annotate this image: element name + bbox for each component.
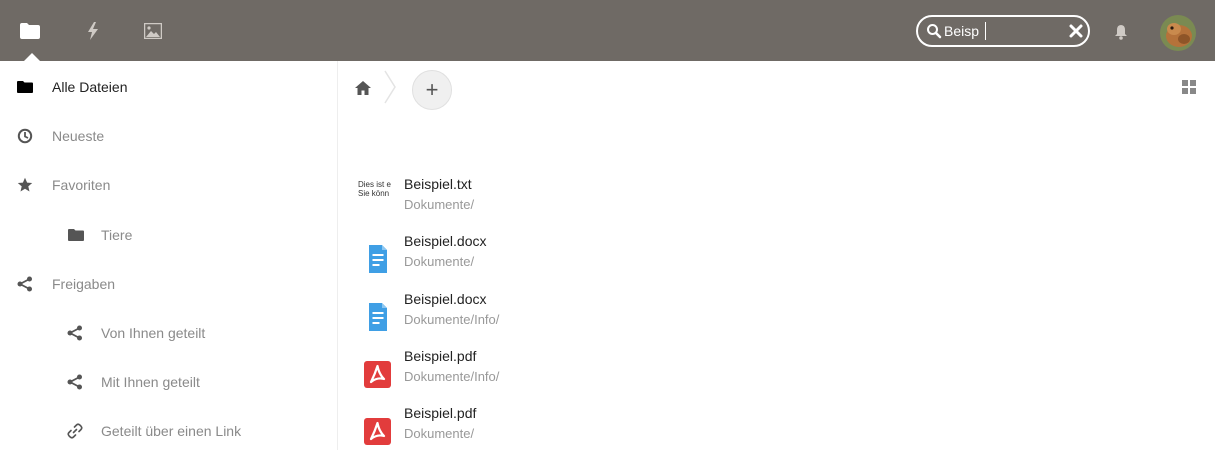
search-result[interactable]: Dies ist e Sie könn Beispiel.txt Dokumen… [339, 176, 939, 232]
breadcrumb: + [339, 61, 1215, 113]
clock-icon [17, 128, 33, 144]
pdf-icon [364, 418, 391, 445]
plus-icon: + [425, 77, 439, 102]
sidebar-item-shares[interactable]: Freigaben [0, 262, 338, 306]
avatar-image [1160, 15, 1196, 51]
document-icon [369, 245, 387, 273]
result-name: Beispiel.docx [404, 233, 487, 249]
close-icon[interactable] [1067, 22, 1085, 40]
share-icon [67, 325, 82, 341]
avatar[interactable] [1160, 15, 1196, 51]
sidebar-item-label: Freigaben [52, 276, 116, 292]
sidebar-item-shared-by-you[interactable]: Von Ihnen geteilt [0, 311, 338, 355]
active-app-indicator [24, 53, 40, 61]
sidebar-item-label: Neueste [52, 128, 105, 144]
preview-line: Sie könn [358, 189, 390, 198]
sidebar-item-all-files[interactable]: Alle Dateien [0, 65, 338, 109]
sidebar-item-label: Alle Dateien [52, 79, 128, 95]
folder-icon [68, 229, 84, 241]
result-name: Beispiel.pdf [404, 348, 477, 364]
folder-icon [17, 81, 33, 93]
activity-app-button[interactable] [80, 18, 106, 44]
sidebar-item-shared-with-you[interactable]: Mit Ihnen geteilt [0, 360, 338, 404]
sidebar-item-favorites[interactable]: Favoriten [0, 163, 338, 207]
search-result[interactable]: Beispiel.docx Dokumente/Info/ [339, 291, 939, 347]
bell-icon[interactable] [1114, 24, 1128, 40]
sidebar-item-label: Geteilt über einen Link [101, 423, 242, 439]
result-name: Beispiel.txt [404, 176, 472, 192]
app-content: + Dies ist e Sie könn Beispiel.txt Dokum… [339, 61, 1215, 450]
sidebar-item-recent[interactable]: Neueste [0, 114, 338, 158]
search-result[interactable]: Beispiel.docx Dokumente/ [339, 233, 939, 289]
add-button[interactable]: + [412, 70, 452, 110]
text-cursor [985, 22, 986, 40]
result-path: Dokumente/ [404, 197, 475, 212]
share-icon [17, 276, 32, 292]
search-result[interactable]: Beispiel.pdf Dokumente/Info/ [339, 348, 939, 404]
document-icon [369, 303, 387, 331]
result-name: Beispiel.docx [404, 291, 487, 307]
result-path: Dokumente/ [404, 426, 475, 441]
star-icon [17, 177, 33, 192]
lightning-icon [88, 22, 98, 40]
pdf-icon [364, 361, 391, 388]
sidebar-item-label: Favoriten [52, 177, 111, 193]
app-navigation: Alle Dateien Neueste Favoriten Tiere Fre… [0, 61, 338, 450]
preview-line: Dies ist e [358, 180, 391, 189]
search-icon [927, 24, 942, 39]
image-icon [144, 23, 162, 39]
chevron-right-icon [384, 70, 396, 104]
share-icon [67, 374, 82, 390]
sidebar-item-tiere[interactable]: Tiere [0, 213, 338, 257]
search-result[interactable]: Beispiel.pdf Dokumente/ [339, 405, 939, 450]
folder-icon [20, 23, 40, 39]
link-icon [67, 423, 83, 439]
sidebar-item-label: Mit Ihnen geteilt [101, 374, 200, 390]
search-input[interactable] [944, 21, 1064, 41]
gallery-app-button[interactable] [140, 18, 166, 44]
files-app-button[interactable] [17, 18, 43, 44]
result-path: Dokumente/ [404, 254, 475, 269]
result-path: Dokumente/Info/ [404, 312, 500, 327]
top-header [0, 0, 1215, 61]
result-path: Dokumente/Info/ [404, 369, 500, 384]
sidebar-item-label: Tiere [101, 227, 133, 243]
home-icon[interactable] [355, 81, 371, 95]
sidebar-item-label: Von Ihnen geteilt [101, 325, 206, 341]
grid-view-icon[interactable] [1182, 80, 1196, 94]
search-box[interactable] [916, 15, 1090, 47]
result-name: Beispiel.pdf [404, 405, 477, 421]
sidebar-item-shared-by-link[interactable]: Geteilt über einen Link [0, 409, 338, 450]
text-file-thumbnail: Dies ist e Sie könn [358, 180, 398, 220]
